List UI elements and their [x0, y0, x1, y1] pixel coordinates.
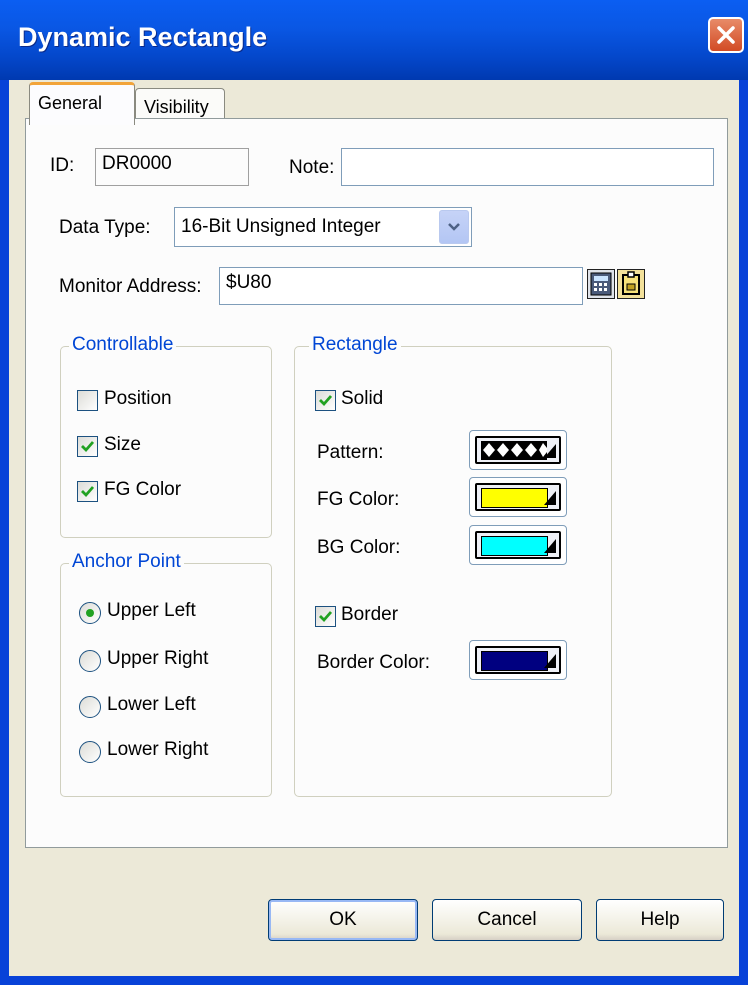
- fg-color-checkbox[interactable]: [77, 481, 98, 502]
- solid-label: Solid: [341, 388, 384, 409]
- tab-visibility-label: Visibility: [144, 97, 209, 117]
- upper-right-label: Upper Right: [107, 648, 209, 669]
- calculator-icon[interactable]: [587, 269, 615, 299]
- dialog-client-area: General Visibility ID: DR0000 Note: Data…: [9, 80, 739, 976]
- note-field[interactable]: [341, 148, 714, 186]
- border-color-label: Border Color:: [317, 652, 430, 673]
- data-type-label: Data Type:: [59, 217, 151, 238]
- border-color-swatch-frame: [475, 646, 561, 674]
- border-color-swatch: [481, 651, 548, 671]
- dropdown-triangle-icon: [544, 539, 556, 553]
- anchor-point-group: Anchor Point Upper Left Upper Right Lowe…: [60, 551, 272, 797]
- border-label: Border: [341, 604, 399, 625]
- lower-right-radio[interactable]: [79, 741, 101, 763]
- dropdown-triangle-icon: [544, 491, 556, 505]
- close-icon: [717, 26, 735, 44]
- bg-color-swatch: [481, 536, 548, 556]
- lower-left-radio[interactable]: [79, 696, 101, 718]
- fg-color-button[interactable]: [469, 477, 567, 517]
- radio-selected-dot: [86, 609, 94, 617]
- tag-browse-icon[interactable]: [617, 269, 645, 299]
- pattern-label: Pattern:: [317, 442, 384, 463]
- lower-left-label: Lower Left: [107, 694, 196, 715]
- solid-checkbox[interactable]: [315, 390, 336, 411]
- size-checkbox[interactable]: [77, 436, 98, 457]
- upper-right-radio[interactable]: [79, 650, 101, 672]
- bg-color-label: BG Color:: [317, 537, 401, 558]
- dialog-window: Dynamic Rectangle General Visibility ID:…: [0, 0, 748, 985]
- id-field[interactable]: DR0000: [95, 148, 249, 186]
- data-type-select[interactable]: 16-Bit Unsigned Integer: [174, 207, 472, 247]
- border-color-button[interactable]: [469, 640, 567, 680]
- data-type-value: 16-Bit Unsigned Integer: [181, 216, 381, 237]
- window-title: Dynamic Rectangle: [18, 22, 268, 52]
- ok-button[interactable]: OK: [268, 899, 418, 941]
- controllable-group-title: Controllable: [69, 334, 177, 356]
- help-button[interactable]: Help: [596, 899, 724, 941]
- general-tab-panel: ID: DR0000 Note: Data Type: 16-Bit Unsig…: [25, 118, 728, 848]
- cancel-button[interactable]: Cancel: [432, 899, 582, 941]
- rectangle-group-title: Rectangle: [309, 334, 401, 356]
- title-bar[interactable]: Dynamic Rectangle: [0, 0, 748, 80]
- pattern-button[interactable]: [469, 430, 567, 470]
- position-label: Position: [104, 388, 172, 409]
- chevron-down-icon[interactable]: [439, 210, 469, 244]
- monitor-address-field[interactable]: $U80: [219, 267, 583, 305]
- dropdown-triangle-icon: [544, 444, 556, 458]
- fg-color-label: FG Color: [104, 479, 182, 500]
- tab-general[interactable]: General: [29, 82, 135, 125]
- controllable-group: Controllable Position Size FG Color: [60, 334, 272, 538]
- dropdown-triangle-icon: [544, 654, 556, 668]
- lower-right-label: Lower Right: [107, 739, 209, 760]
- rectangle-group: Rectangle Solid Pattern: FG Color: BG Co…: [294, 334, 612, 797]
- anchor-point-group-title: Anchor Point: [69, 551, 184, 573]
- upper-left-label: Upper Left: [107, 600, 196, 621]
- fg-color-swatch: [481, 488, 548, 508]
- tab-general-label: General: [38, 93, 103, 113]
- size-label: Size: [104, 434, 141, 455]
- note-label: Note:: [289, 157, 335, 178]
- monitor-address-label: Monitor Address:: [59, 276, 202, 297]
- border-checkbox[interactable]: [315, 606, 336, 627]
- bg-color-button[interactable]: [469, 525, 567, 565]
- id-label: ID:: [50, 155, 75, 176]
- fg-color-field-label: FG Color:: [317, 489, 400, 510]
- close-button[interactable]: [708, 17, 744, 53]
- position-checkbox[interactable]: [77, 390, 98, 411]
- bg-color-swatch-frame: [475, 531, 561, 559]
- upper-left-radio[interactable]: [79, 602, 101, 624]
- pattern-swatch: [481, 441, 547, 460]
- fg-color-swatch-frame: [475, 483, 561, 511]
- pattern-swatch-frame: [475, 436, 561, 464]
